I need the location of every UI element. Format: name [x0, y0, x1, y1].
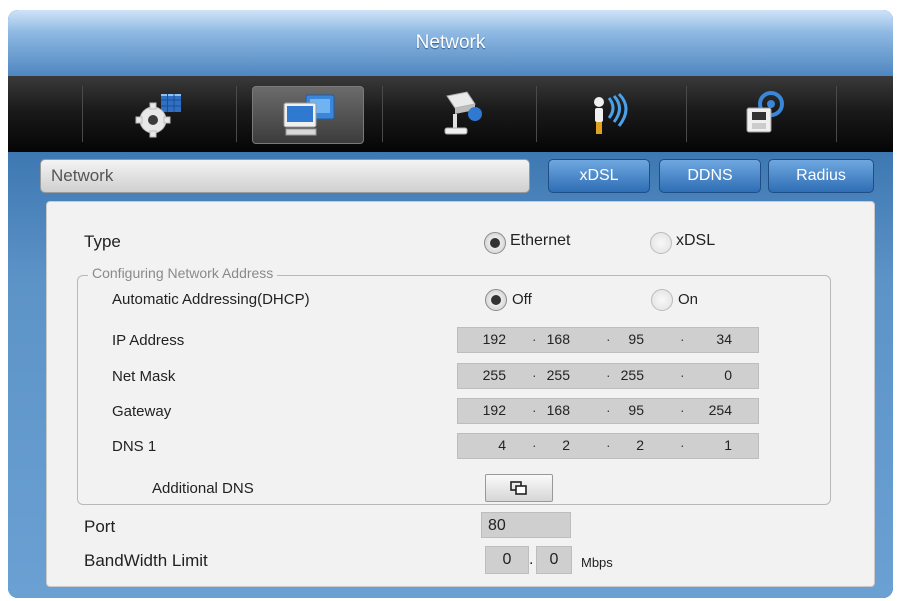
toolbar-tab-network[interactable]	[252, 86, 364, 144]
dns-octet-3: 2	[636, 437, 644, 453]
ip-octet-2: 168	[546, 331, 570, 347]
gateway-field[interactable]: 192 · 168 · 95 · 254	[457, 398, 759, 424]
dhcp-off-radio[interactable]	[485, 289, 507, 311]
dns1-field[interactable]: 4 · 2 · 2 · 1	[457, 433, 759, 459]
net-mask-field[interactable]: 255 · 255 · 255 · 0	[457, 363, 759, 389]
type-xdsl-radio[interactable]	[650, 232, 672, 254]
type-xdsl-label: xDSL	[676, 232, 716, 249]
port-label: Port	[84, 517, 116, 536]
network-address-group	[77, 275, 831, 505]
additional-dns-label: Additional DNS	[152, 480, 254, 497]
toolbar-separator	[536, 86, 537, 142]
toolbar-separator	[382, 86, 383, 142]
network-icon	[283, 94, 335, 136]
gateway-octet-3: 95	[628, 402, 644, 418]
ip-octet-1: 192	[482, 331, 506, 347]
bandwidth-dec-input[interactable]: 0	[536, 546, 572, 574]
ip-octet-4: 34	[716, 331, 732, 347]
mask-octet-4: 0	[724, 367, 732, 383]
toolbar-tab-storage[interactable]	[708, 86, 818, 142]
toolbar-tab-event[interactable]	[556, 86, 666, 142]
dns1-label: DNS 1	[112, 438, 157, 455]
toolbar-separator	[836, 86, 837, 142]
additional-dns-button[interactable]	[485, 474, 553, 502]
window-title: Network	[415, 32, 486, 53]
ip-octet-3: 95	[628, 331, 644, 347]
tab-radius[interactable]: Radius	[768, 159, 874, 193]
dhcp-label: Automatic Addressing(DHCP)	[112, 291, 310, 308]
toolbar-separator	[236, 86, 237, 142]
bandwidth-decimal-point: .	[529, 551, 534, 568]
dhcp-on-label: On	[678, 291, 699, 308]
dns-octet-4: 1	[724, 437, 732, 453]
tab-ddns[interactable]: DDNS	[659, 159, 761, 193]
wireless-icon	[594, 92, 628, 134]
dhcp-off-label: Off	[512, 291, 532, 308]
main-toolbar	[8, 76, 893, 152]
type-ethernet-radio[interactable]	[484, 232, 506, 254]
toolbar-tab-system[interactable]	[104, 86, 214, 142]
tab-xdsl[interactable]: xDSL	[548, 159, 650, 193]
gateway-octet-4: 254	[708, 402, 732, 418]
system-settings-icon	[135, 94, 181, 138]
title-bar: Network	[8, 10, 893, 76]
mask-octet-1: 255	[482, 367, 506, 383]
type-label: Type	[84, 232, 121, 251]
bandwidth-unit: Mbps	[581, 555, 613, 570]
bandwidth-label: BandWidth Limit	[84, 551, 208, 570]
section-title: Network	[51, 166, 114, 185]
ip-address-label: IP Address	[112, 332, 185, 349]
toolbar-tab-device[interactable]	[406, 86, 516, 142]
mask-octet-2: 255	[546, 367, 570, 383]
net-mask-label: Net Mask	[112, 368, 176, 385]
dns-octet-1: 4	[498, 437, 506, 453]
toolbar-separator	[82, 86, 83, 142]
gateway-label: Gateway	[112, 403, 172, 420]
storage-icon	[746, 91, 784, 133]
popup-window-icon	[510, 481, 527, 495]
gateway-octet-2: 168	[546, 402, 570, 418]
toolbar-separator	[686, 86, 687, 142]
bandwidth-int-input[interactable]: 0	[485, 546, 529, 574]
mask-octet-3: 255	[620, 367, 644, 383]
dns-octet-2: 2	[562, 437, 570, 453]
type-ethernet-label: Ethernet	[510, 232, 571, 249]
ip-address-field[interactable]: 192 · 168 · 95 · 34	[457, 327, 759, 353]
gateway-octet-1: 192	[482, 402, 506, 418]
dhcp-on-radio[interactable]	[651, 289, 673, 311]
network-address-legend: Configuring Network Address	[88, 265, 278, 281]
device-icon	[444, 91, 482, 135]
port-input[interactable]: 80	[481, 512, 571, 538]
section-header: Network	[40, 159, 530, 193]
